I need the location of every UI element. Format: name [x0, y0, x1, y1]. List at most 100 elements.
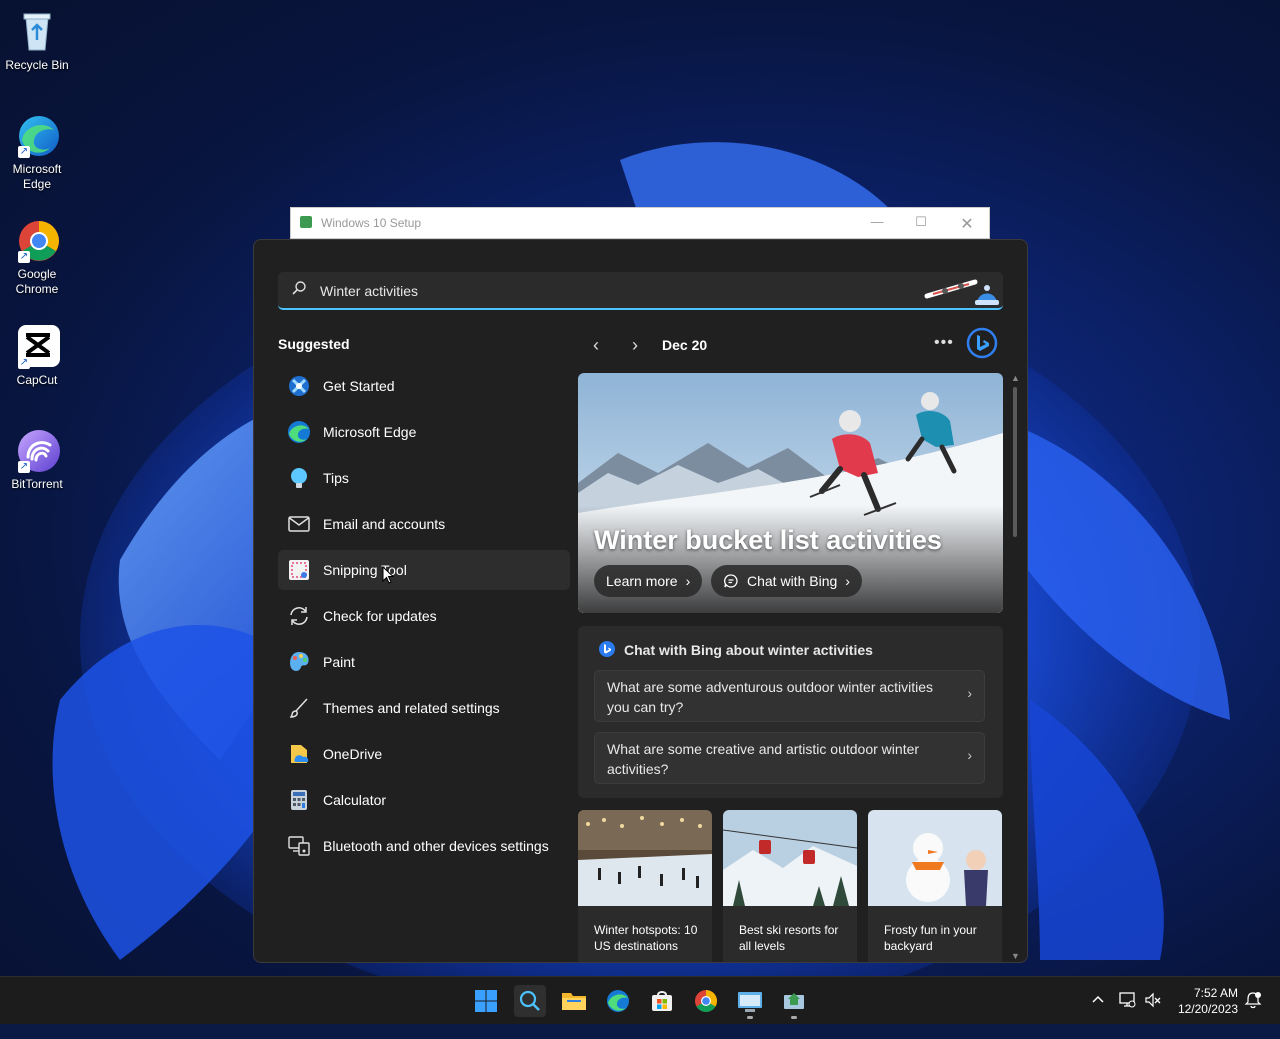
- window-title: Windows 10 Setup: [321, 216, 422, 230]
- capcut-icon: ↗: [14, 323, 60, 369]
- news-tile-caption: Best ski resorts for all levels: [739, 923, 839, 953]
- news-tile-frosty-fun[interactable]: Frosty fun in your backyard: [868, 810, 1002, 962]
- suggested-item-snipping-tool[interactable]: Snipping Tool: [278, 550, 570, 590]
- brush-icon: [287, 696, 311, 720]
- suggested-item-check-updates[interactable]: Check for updates: [278, 596, 570, 636]
- scroll-up-icon[interactable]: ▲: [1011, 373, 1020, 383]
- search-icon: [519, 990, 540, 1011]
- desktop-icon-label: Recycle Bin: [5, 58, 69, 72]
- suggested-item-label: Calculator: [323, 792, 387, 808]
- show-hidden-icons-button[interactable]: [1090, 991, 1106, 1039]
- chevron-right-icon: ›: [967, 685, 972, 701]
- shortcut-arrow-icon: ↗: [18, 146, 30, 158]
- desktop-icon-label: Microsoft Edge: [12, 162, 62, 191]
- suggested-heading: Suggested: [278, 336, 350, 352]
- clock-time: 7:52 AM: [1193, 986, 1238, 1000]
- news-tile-winter-hotspots[interactable]: Winter hotspots: 10 US destinations: [578, 810, 712, 962]
- close-button[interactable]: ✕: [957, 214, 977, 233]
- results-scrollbar[interactable]: ▲ ▼: [1011, 373, 1020, 961]
- paint-icon: [287, 650, 311, 674]
- taskbar-microsoft-store[interactable]: [646, 985, 678, 1017]
- maximize-button[interactable]: ☐: [911, 214, 931, 232]
- bing-question-2[interactable]: What are some creative and artistic outd…: [594, 732, 985, 784]
- devices-icon: [287, 834, 311, 858]
- taskbar-setup-app[interactable]: [734, 985, 766, 1019]
- volume-button[interactable]: [1144, 991, 1162, 1039]
- previous-day-button[interactable]: ‹: [586, 336, 606, 356]
- mail-icon: [287, 512, 311, 536]
- desktop-icon-bittorrent[interactable]: ↗ BitTorrent: [4, 427, 70, 492]
- search-input[interactable]: [318, 272, 922, 310]
- windows-setup-icon: [784, 993, 804, 1009]
- edge-icon: ↗: [14, 112, 60, 158]
- suggested-item-label: Snipping Tool: [323, 562, 407, 578]
- suggested-item-paint[interactable]: Paint: [278, 642, 570, 682]
- taskbar-file-explorer[interactable]: [558, 985, 590, 1017]
- suggested-item-calculator[interactable]: Calculator: [278, 780, 570, 820]
- taskbar-edge[interactable]: [602, 985, 634, 1017]
- bing-question-1[interactable]: What are some adventurous outdoor winter…: [594, 670, 985, 722]
- search-box[interactable]: [278, 272, 1003, 310]
- bing-chat-button[interactable]: [966, 327, 998, 359]
- suggested-item-email-accounts[interactable]: Email and accounts: [278, 504, 570, 544]
- refresh-icon: [287, 604, 311, 628]
- chrome-icon: ↗: [14, 217, 60, 263]
- desktop-icon-label: BitTorrent: [11, 477, 63, 491]
- bing-question-text: What are some creative and artistic outd…: [607, 741, 920, 777]
- hero-title: Winter bucket list activities: [594, 525, 942, 555]
- suggested-item-bluetooth-devices[interactable]: Bluetooth and other devices settings: [278, 826, 570, 866]
- store-icon: [652, 991, 672, 1011]
- get-started-icon: [287, 374, 311, 398]
- suggested-item-microsoft-edge[interactable]: Microsoft Edge: [278, 412, 570, 452]
- minimize-button[interactable]: —: [867, 214, 887, 232]
- next-day-button[interactable]: ›: [625, 336, 645, 356]
- scrollbar-thumb[interactable]: [1013, 387, 1017, 537]
- learn-more-label: Learn more: [606, 573, 678, 589]
- suggested-list: Get Started Microsoft Edge Tips Email an…: [278, 366, 570, 872]
- taskbar-chrome[interactable]: [690, 985, 722, 1017]
- suggested-item-onedrive[interactable]: OneDrive: [278, 734, 570, 774]
- desktop-icon-capcut[interactable]: ↗ CapCut: [4, 323, 70, 388]
- search-icon: [292, 281, 306, 295]
- desktop-icon-recycle-bin[interactable]: Recycle Bin: [4, 8, 70, 73]
- news-tile-ski-resorts[interactable]: Best ski resorts for all levels: [723, 810, 857, 962]
- more-options-button[interactable]: •••: [934, 334, 954, 352]
- windows-setup-window[interactable]: Windows 10 Setup — ☐ ✕: [290, 207, 990, 239]
- edge-icon: [287, 420, 311, 444]
- chevron-right-icon: ›: [967, 747, 972, 763]
- hero-card-winter[interactable]: Winter bucket list activities Learn more…: [578, 373, 1003, 613]
- highlight-date: Dec 20: [662, 337, 708, 353]
- learn-more-button[interactable]: Learn more ›: [594, 565, 703, 597]
- suggested-item-label: Microsoft Edge: [323, 424, 417, 440]
- suggested-item-tips[interactable]: Tips: [278, 458, 570, 498]
- taskbar-windows-setup[interactable]: [778, 985, 810, 1019]
- taskbar: 7:52 AM 12/20/2023: [0, 976, 1280, 1024]
- desktop-icon-label: CapCut: [16, 373, 58, 387]
- calculator-icon: [287, 788, 311, 812]
- suggested-item-label: Bluetooth and other devices settings: [323, 838, 549, 854]
- taskbar-search-button[interactable]: [514, 985, 546, 1017]
- ice-rink-image: [578, 810, 712, 906]
- gondola-image: [723, 810, 857, 906]
- suggested-item-label: Tips: [323, 470, 349, 486]
- snipping-tool-icon: [287, 558, 311, 582]
- suggested-item-label: Paint: [323, 654, 355, 670]
- system-clock[interactable]: 7:52 AM 12/20/2023: [1166, 985, 1238, 1017]
- news-tile-caption: Winter hotspots: 10 US destinations: [594, 923, 698, 953]
- desktop-icon-edge[interactable]: ↗ Microsoft Edge: [4, 112, 70, 192]
- scroll-down-icon[interactable]: ▼: [1011, 951, 1020, 961]
- desktop-icon-label: Google Chrome: [15, 267, 59, 296]
- running-indicator: [747, 1016, 753, 1019]
- network-status-button[interactable]: [1118, 991, 1136, 1039]
- suggested-item-label: Check for updates: [323, 608, 437, 624]
- chat-with-bing-button[interactable]: Chat with Bing ›: [711, 565, 862, 597]
- bing-chat-title: Chat with Bing about winter activities: [624, 642, 873, 658]
- clock-date: 12/20/2023: [1177, 1002, 1238, 1016]
- start-button[interactable]: [470, 985, 502, 1017]
- suggested-item-themes[interactable]: Themes and related settings: [278, 688, 570, 728]
- suggested-item-get-started[interactable]: Get Started: [278, 366, 570, 406]
- desktop-icon-chrome[interactable]: ↗ Google Chrome: [4, 217, 70, 297]
- notifications-button[interactable]: [1244, 991, 1262, 1039]
- chat-bubble-icon: [724, 574, 738, 588]
- shortcut-arrow-icon: ↗: [18, 251, 30, 263]
